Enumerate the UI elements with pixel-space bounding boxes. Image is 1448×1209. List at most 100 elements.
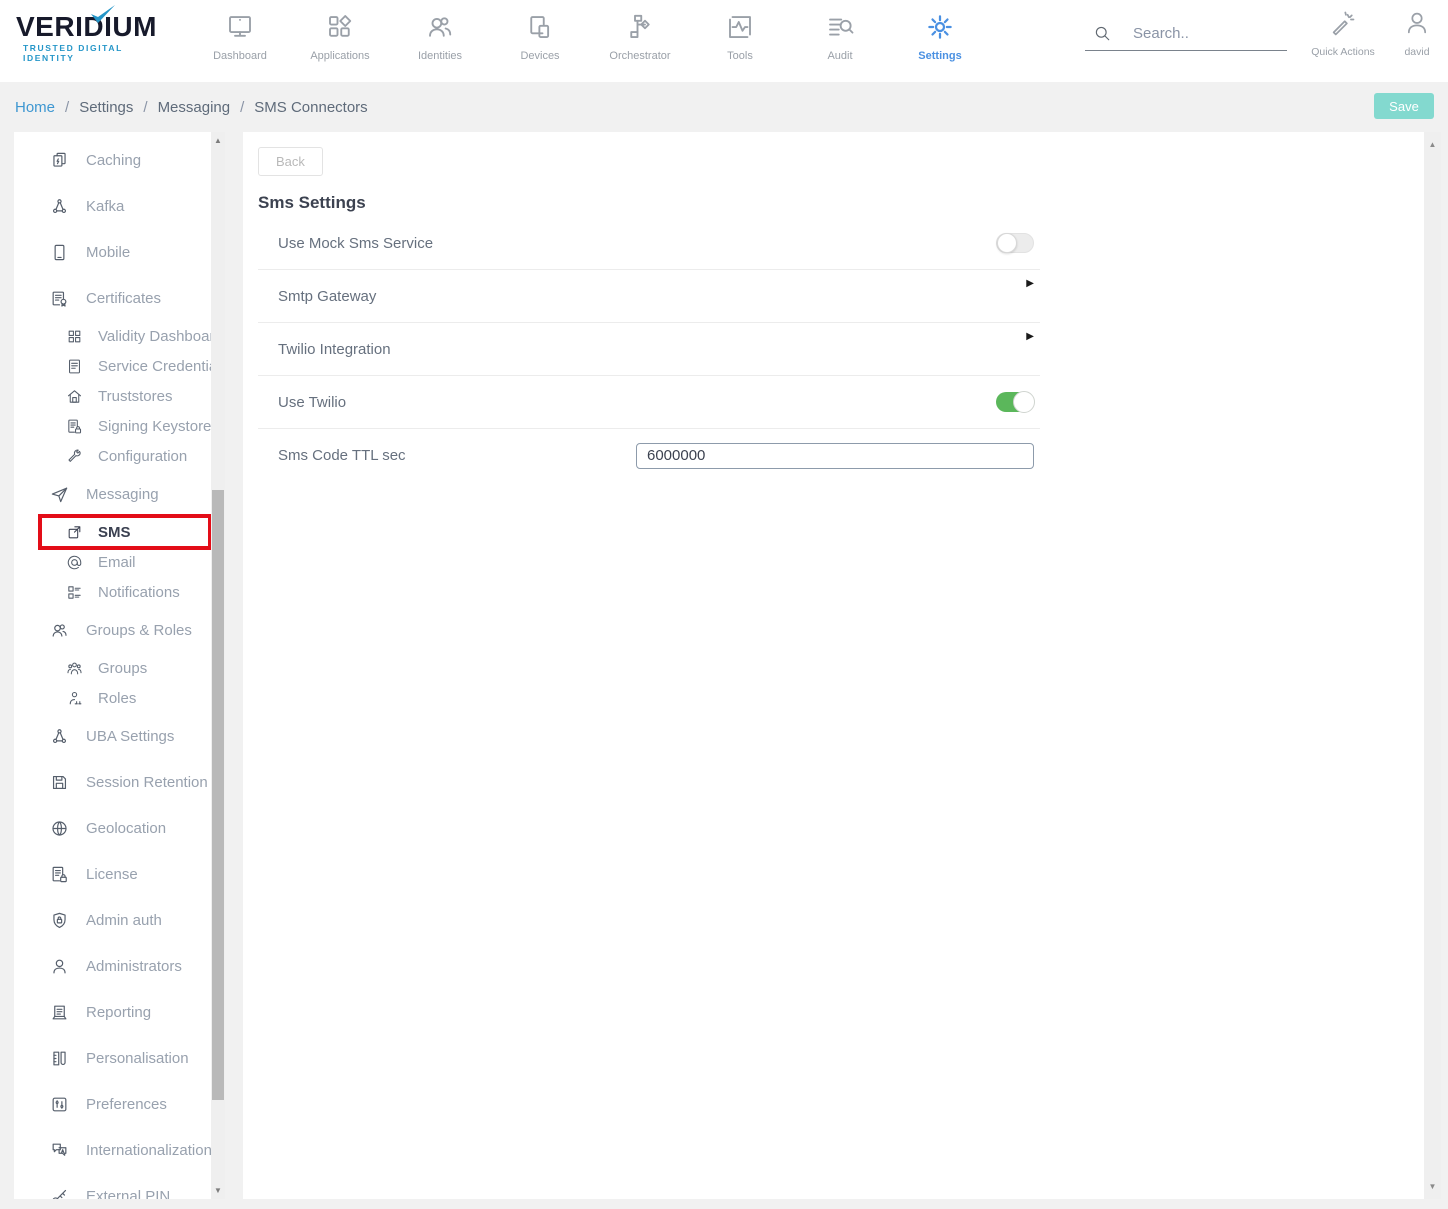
- breadcrumb-settings[interactable]: Settings: [79, 99, 133, 116]
- sidebar-item-external-pin[interactable]: External PIN: [14, 1173, 211, 1199]
- pulse-box-icon: [725, 12, 755, 42]
- expand-arrow-icon[interactable]: ▶: [1026, 331, 1034, 342]
- key-icon: [50, 1187, 69, 1200]
- grid-icon: [66, 328, 83, 345]
- sms-code-ttl-input[interactable]: [636, 443, 1034, 469]
- logo-tagline-text: TRUSTED DIGITAL IDENTITY: [23, 43, 176, 63]
- breadcrumb-bar: Home / Settings / Messaging / SMS Connec…: [0, 82, 1448, 132]
- globe-icon: [50, 819, 69, 838]
- breadcrumb-home[interactable]: Home: [15, 99, 55, 116]
- scroll-up-icon[interactable]: ▲: [1424, 140, 1441, 149]
- row-use-mock-sms-service: Use Mock Sms Service: [258, 217, 1040, 270]
- sidebar-item-internationalization[interactable]: Internationalization: [14, 1127, 211, 1173]
- row-label: Smtp Gateway: [278, 288, 376, 305]
- sidebar-item-caching[interactable]: Caching: [14, 137, 211, 183]
- document-lock-icon: [50, 865, 69, 884]
- page-scrollbar[interactable]: ▲ ▼: [1424, 132, 1441, 1199]
- nav-label: Devices: [520, 50, 559, 62]
- sidebar-item-session-retention[interactable]: Session Retention: [14, 759, 211, 805]
- row-label: Use Twilio: [278, 394, 346, 411]
- certificate-icon: [50, 289, 69, 308]
- sidebar-scrollbar[interactable]: ▲ ▼: [211, 132, 225, 1199]
- sidebar-item-sms[interactable]: SMS: [14, 517, 211, 547]
- cache-copy-icon: [50, 151, 69, 170]
- floppy-icon: [50, 773, 69, 792]
- sidebar-item-license[interactable]: License: [14, 851, 211, 897]
- sidebar-item-certificates[interactable]: Certificates: [14, 275, 211, 321]
- ruler-icon: [50, 1049, 69, 1068]
- sidebar-item-notifications[interactable]: Notifications: [14, 577, 211, 607]
- row-label: Twilio Integration: [278, 341, 391, 358]
- group-icon: [66, 660, 83, 677]
- nav-item-devices[interactable]: Devices: [490, 8, 590, 62]
- scroll-up-icon[interactable]: ▲: [211, 136, 225, 145]
- sidebar-item-administrators[interactable]: Administrators: [14, 943, 211, 989]
- quick-actions-button[interactable]: Quick Actions: [1303, 9, 1383, 58]
- expand-arrow-icon[interactable]: ▶: [1026, 278, 1034, 289]
- sidebar-item-groups-roles[interactable]: Groups & Roles: [14, 607, 211, 653]
- row-smtp-gateway[interactable]: Smtp Gateway ▶: [258, 270, 1040, 323]
- devices-icon: [525, 12, 555, 42]
- sidebar-list: Caching Kafka Mobile Certificates Validi…: [14, 132, 211, 1199]
- nav-item-tools[interactable]: Tools: [690, 8, 790, 62]
- nav-item-identities[interactable]: Identities: [390, 8, 490, 62]
- sidebar-item-kafka[interactable]: Kafka: [14, 183, 211, 229]
- quick-actions-label: Quick Actions: [1311, 46, 1375, 58]
- user-menu[interactable]: david: [1392, 9, 1442, 58]
- sidebar-item-uba-settings[interactable]: UBA Settings: [14, 713, 211, 759]
- checklist-icon: [66, 584, 83, 601]
- sidebar-item-email[interactable]: Email: [14, 547, 211, 577]
- sidebar-item-preferences[interactable]: Preferences: [14, 1081, 211, 1127]
- breadcrumb-messaging[interactable]: Messaging: [158, 99, 231, 116]
- use-mock-sms-toggle[interactable]: [996, 233, 1034, 253]
- sidebar-item-validity-dashboard[interactable]: Validity Dashboard: [14, 321, 211, 351]
- app-root: VERIDIUM TRUSTED DIGITAL IDENTITY Dashbo…: [0, 0, 1448, 1209]
- nav-label: Applications: [310, 50, 369, 62]
- username-label: david: [1404, 46, 1429, 58]
- nav-item-audit[interactable]: Audit: [790, 8, 890, 62]
- person-badge-icon: [50, 957, 69, 976]
- sidebar-item-admin-auth[interactable]: Admin auth: [14, 897, 211, 943]
- sidebar-item-mobile[interactable]: Mobile: [14, 229, 211, 275]
- sidebar-item-reporting[interactable]: Reporting: [14, 989, 211, 1035]
- use-twilio-toggle[interactable]: [996, 392, 1034, 412]
- page-title: Sms Settings: [258, 193, 1424, 213]
- row-label: Sms Code TTL sec: [278, 447, 406, 464]
- nav-label: Settings: [918, 50, 961, 62]
- sidebar-item-geolocation[interactable]: Geolocation: [14, 805, 211, 851]
- primary-nav: Dashboard Applications Identities Device…: [190, 8, 990, 62]
- monitor-icon: [225, 12, 255, 42]
- nav-label: Tools: [727, 50, 753, 62]
- search-input[interactable]: [1133, 25, 1273, 42]
- save-button[interactable]: Save: [1374, 93, 1434, 119]
- sidebar-item-service-credentials[interactable]: Service Credentials: [14, 351, 211, 381]
- sidebar-item-truststores[interactable]: Truststores: [14, 381, 211, 411]
- nodes-icon: [50, 197, 69, 216]
- sidebar-item-personalisation[interactable]: Personalisation: [14, 1035, 211, 1081]
- sidebar-item-signing-keystore[interactable]: Signing Keystore: [14, 411, 211, 441]
- shield-lock-icon: [50, 911, 69, 930]
- sidebar-item-configuration[interactable]: Configuration: [14, 441, 211, 471]
- network-icon: [50, 727, 69, 746]
- row-twilio-integration[interactable]: Twilio Integration ▶: [258, 323, 1040, 376]
- nav-label: Audit: [827, 50, 852, 62]
- breadcrumb: Home / Settings / Messaging / SMS Connec…: [15, 82, 368, 132]
- nav-item-applications[interactable]: Applications: [290, 8, 390, 62]
- document-icon: [66, 358, 83, 375]
- wrench-icon: [66, 448, 83, 465]
- sidebar-item-groups[interactable]: Groups: [14, 653, 211, 683]
- nav-item-settings[interactable]: Settings: [890, 8, 990, 62]
- back-button[interactable]: Back: [258, 147, 323, 176]
- scroll-down-icon[interactable]: ▼: [1424, 1182, 1441, 1191]
- scroll-down-icon[interactable]: ▼: [211, 1186, 225, 1195]
- breadcrumb-separator: /: [65, 99, 69, 116]
- sidebar-item-messaging[interactable]: Messaging: [14, 471, 211, 517]
- toggle-knob: [997, 233, 1017, 253]
- sidebar-item-roles[interactable]: Roles: [14, 683, 211, 713]
- sidebar-scrollbar-thumb[interactable]: [212, 490, 224, 1100]
- breadcrumb-separator: /: [240, 99, 244, 116]
- nav-item-orchestrator[interactable]: Orchestrator: [590, 8, 690, 62]
- settings-sidebar: Caching Kafka Mobile Certificates Validi…: [14, 132, 225, 1199]
- nav-item-dashboard[interactable]: Dashboard: [190, 8, 290, 62]
- toggle-knob: [1013, 391, 1035, 413]
